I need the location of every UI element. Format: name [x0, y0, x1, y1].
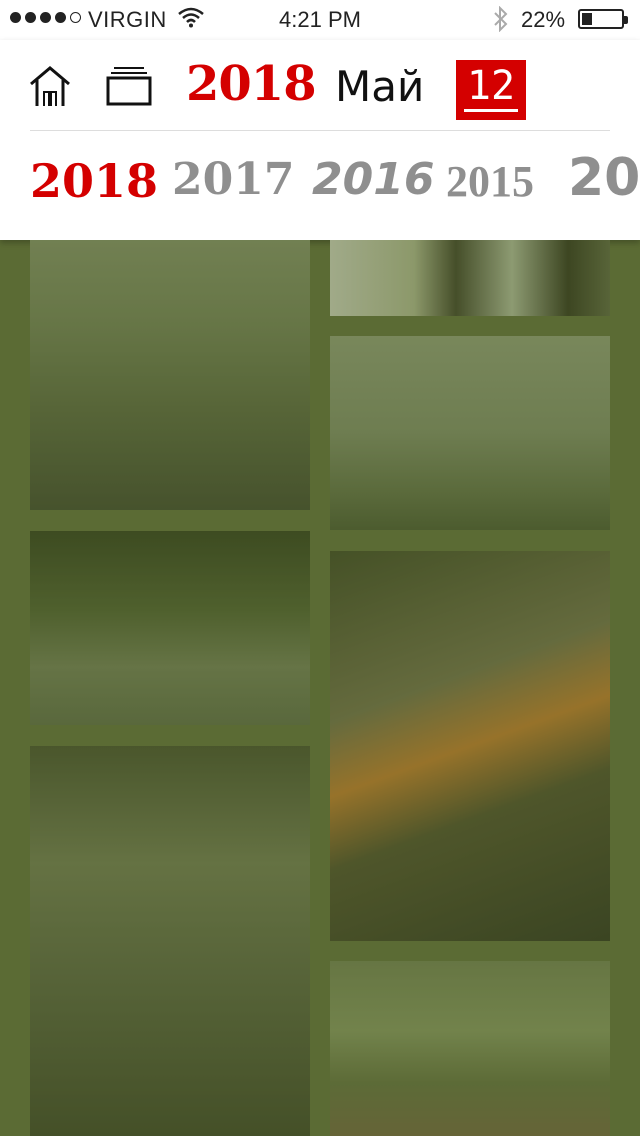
photo-soap-bubbles[interactable]: [30, 531, 310, 725]
year-item-2016[interactable]: 2016: [312, 154, 434, 205]
battery-percent: 22%: [521, 7, 566, 32]
bluetooth-icon: [494, 6, 508, 32]
photo-people-standing[interactable]: [330, 240, 610, 316]
selected-day-label: 12: [466, 63, 516, 109]
home-icon[interactable]: [28, 64, 72, 108]
year-item-2017[interactable]: 2017: [172, 154, 294, 205]
year-item-partial[interactable]: 20: [568, 148, 640, 208]
photo-arch-park[interactable]: [330, 336, 610, 530]
status-bar: VIRGIN 4:21 PM 22%: [0, 0, 640, 40]
photo-banquet-hall[interactable]: [30, 746, 310, 1136]
selected-month[interactable]: Май: [335, 62, 424, 111]
day-underline: [464, 109, 518, 112]
selected-year[interactable]: 2018: [186, 56, 317, 112]
header-divider: [30, 130, 610, 131]
battery-icon: [578, 9, 628, 29]
photo-street-trees[interactable]: [30, 240, 310, 510]
year-item-2015[interactable]: 2015: [446, 156, 534, 207]
selected-day[interactable]: 12: [456, 60, 526, 120]
photo-family-baby[interactable]: [330, 551, 610, 941]
year-strip: 2018 2017 2016 2015 20: [0, 146, 640, 230]
tabs-icon[interactable]: [106, 66, 152, 106]
app-header: 2018 Май 12 2018 2017 2016 2015 20: [0, 40, 640, 240]
year-item-2018[interactable]: 2018: [30, 154, 158, 208]
photo-park-jumping[interactable]: [330, 961, 610, 1136]
